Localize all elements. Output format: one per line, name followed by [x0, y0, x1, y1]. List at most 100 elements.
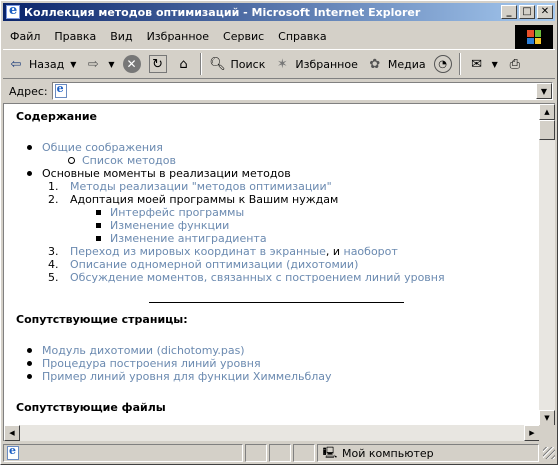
horizontal-scrollbar[interactable]: ◀ ▶ — [4, 425, 540, 441]
list-item: Список методов — [68, 154, 536, 167]
favorites-label: Избранное — [295, 57, 358, 71]
status-offline — [293, 444, 315, 462]
back-dropdown-icon[interactable]: ▼ — [70, 60, 76, 69]
toc-link-interface[interactable]: Интерфейс программы — [110, 206, 244, 219]
toc-link-implementation[interactable]: Методы реализации "методов оптимизации" — [70, 180, 332, 193]
toc-heading: Содержание — [16, 110, 97, 123]
back-label: Назад — [29, 57, 65, 71]
toc-link-general[interactable]: Общие соображения — [42, 141, 163, 154]
address-input[interactable]: ▼ — [51, 82, 553, 100]
toc-link-change-antigradient[interactable]: Изменение антиградиента — [110, 232, 267, 245]
toc-link-methods-list[interactable]: Список методов — [82, 154, 176, 167]
toc-adaptation: Адоптация моей программы к Вашим нуждам — [70, 193, 339, 206]
menu-edit[interactable]: Правка — [47, 30, 103, 43]
list-item: Основные моменты в реализации методов 1.… — [27, 167, 536, 284]
list-item: Изменение функции — [96, 219, 536, 232]
scroll-down-icon[interactable]: ▼ — [539, 410, 555, 426]
list-item: Изменение антиградиента — [96, 232, 536, 245]
page-done-icon — [7, 444, 19, 460]
refresh-icon: ↻ — [148, 55, 167, 73]
ie-logo-icon — [6, 3, 20, 19]
menu-tools[interactable]: Сервис — [216, 30, 271, 43]
related-link-dichotomy-module[interactable]: Модуль дихотомии (dichotomy.pas) — [42, 344, 245, 357]
status-security — [269, 444, 291, 462]
related-pages-list: Модуль дихотомии (dichotomy.pas) Процеду… — [16, 344, 536, 383]
mail-dropdown-icon[interactable]: ▼ — [492, 60, 498, 69]
menu-view[interactable]: Вид — [103, 30, 139, 43]
minimize-button[interactable]: _ — [501, 5, 517, 19]
toc-link-level-lines[interactable]: Обсуждение моментов, связанных с построе… — [70, 271, 445, 284]
list-item: Пример линий уровня для функции Химмельб… — [27, 370, 536, 383]
stop-icon: ✕ — [122, 55, 141, 73]
search-label: Поиск — [230, 57, 266, 71]
list-item: Общие соображения Список методов — [27, 141, 536, 167]
related-link-himmelblau-example[interactable]: Пример линий уровня для функции Химмельб… — [42, 370, 332, 383]
toolbar-separator — [458, 53, 461, 75]
media-button[interactable]: ✿ Медиа — [362, 51, 430, 77]
standard-toolbar: ⇦ Назад ▼ ⇨ ▼ ✕ ↻ ⌂ 🔍︎ Поиск ✶ Избранное… — [3, 49, 555, 79]
forward-button[interactable]: ⇨ ▼ — [80, 51, 118, 77]
title-bar[interactable]: Коллекция методов оптимизаций - Microsof… — [3, 3, 555, 21]
list-item: 4. Описание одномерной оптимизации (дихо… — [48, 258, 536, 271]
search-button[interactable]: 🔍︎ Поиск — [205, 51, 270, 77]
address-label: Адрес: — [9, 84, 48, 98]
item-number: 4. — [48, 258, 59, 271]
maximize-button[interactable]: □ — [519, 5, 535, 19]
related-pages-heading: Сопутствующие страницы: — [16, 313, 188, 326]
toc-numbered-list: 1. Методы реализации "методов оптимизаци… — [16, 180, 536, 284]
forward-arrow-icon: ⇨ — [87, 56, 99, 72]
history-button[interactable]: ◔ — [430, 51, 456, 77]
scroll-thumb[interactable] — [539, 120, 555, 140]
list-item: Интерфейс программы — [96, 206, 536, 219]
menu-bar: Файл Правка Вид Избранное Сервис Справка — [3, 25, 555, 49]
back-arrow-icon: ⇦ — [10, 56, 22, 72]
toc-sublist: Список методов — [42, 154, 536, 167]
address-dropdown-icon[interactable]: ▼ — [536, 83, 552, 99]
status-bar: 🖳︎ Мой компьютер — [3, 443, 555, 463]
media-icon: ✿ — [369, 56, 381, 72]
media-label: Медиа — [387, 57, 426, 71]
scrollbar-corner — [539, 425, 555, 441]
toc-link-world-to-screen[interactable]: Переход из мировых координат в экранные — [70, 245, 326, 258]
search-icon: 🔍︎ — [209, 56, 226, 72]
status-progress — [245, 444, 267, 462]
page-icon — [54, 82, 67, 98]
browser-window: Коллекция методов оптимизаций - Microsof… — [0, 0, 558, 465]
status-zone: 🖳︎ Мой компьютер — [317, 444, 539, 462]
list-item: 3. Переход из мировых координат в экранн… — [48, 245, 536, 258]
address-bar: Адрес: ▼ — [3, 81, 555, 101]
list-item: 1. Методы реализации "методов оптимизаци… — [48, 180, 536, 193]
favorites-button[interactable]: ✶ Избранное — [269, 51, 361, 77]
menu-help[interactable]: Справка — [271, 30, 333, 43]
menu-file[interactable]: Файл — [3, 30, 47, 43]
horizontal-rule — [148, 302, 404, 303]
toc-link-change-function[interactable]: Изменение функции — [110, 219, 229, 232]
menu-favorites[interactable]: Избранное — [140, 30, 216, 43]
mail-button[interactable]: ✉ ▼ — [464, 51, 502, 77]
toc-sublist: Интерфейс программы Изменение функции Из… — [70, 206, 536, 245]
scroll-up-icon[interactable]: ▲ — [539, 104, 555, 120]
toolbar-separator — [199, 53, 202, 75]
stop-button[interactable]: ✕ — [119, 51, 145, 77]
related-link-level-lines-procedure[interactable]: Процедура построения линий уровня — [42, 357, 261, 370]
mail-icon: ✉ — [471, 56, 483, 72]
close-button[interactable]: ✕ — [537, 5, 553, 19]
scroll-left-icon[interactable]: ◀ — [4, 425, 20, 441]
home-button[interactable]: ⌂ — [171, 51, 197, 77]
print-button[interactable]: ⎙ — [502, 51, 528, 77]
page-viewport: Содержание Общие соображения Список мето… — [3, 103, 555, 441]
toc-link-vice-versa[interactable]: наоборот — [344, 245, 398, 258]
vertical-scrollbar[interactable]: ▲ ▼ — [539, 104, 555, 426]
windows-logo-throbber — [515, 25, 553, 49]
windows-flag-icon — [527, 30, 541, 44]
resize-grip[interactable] — [543, 447, 555, 459]
toc-separator: , и — [325, 245, 344, 258]
scroll-right-icon[interactable]: ▶ — [524, 425, 540, 441]
list-item: 5. Обсуждение моментов, связанных с пост… — [48, 271, 536, 284]
window-title: Коллекция методов оптимизаций - Microsof… — [24, 5, 421, 19]
toc-link-dichotomy[interactable]: Описание одномерной оптимизации (дихотом… — [70, 258, 358, 271]
forward-dropdown-icon[interactable]: ▼ — [108, 60, 114, 69]
refresh-button[interactable]: ↻ — [145, 51, 171, 77]
zone-label: Мой компьютер — [342, 446, 434, 460]
back-button[interactable]: ⇦ Назад ▼ — [3, 51, 80, 77]
